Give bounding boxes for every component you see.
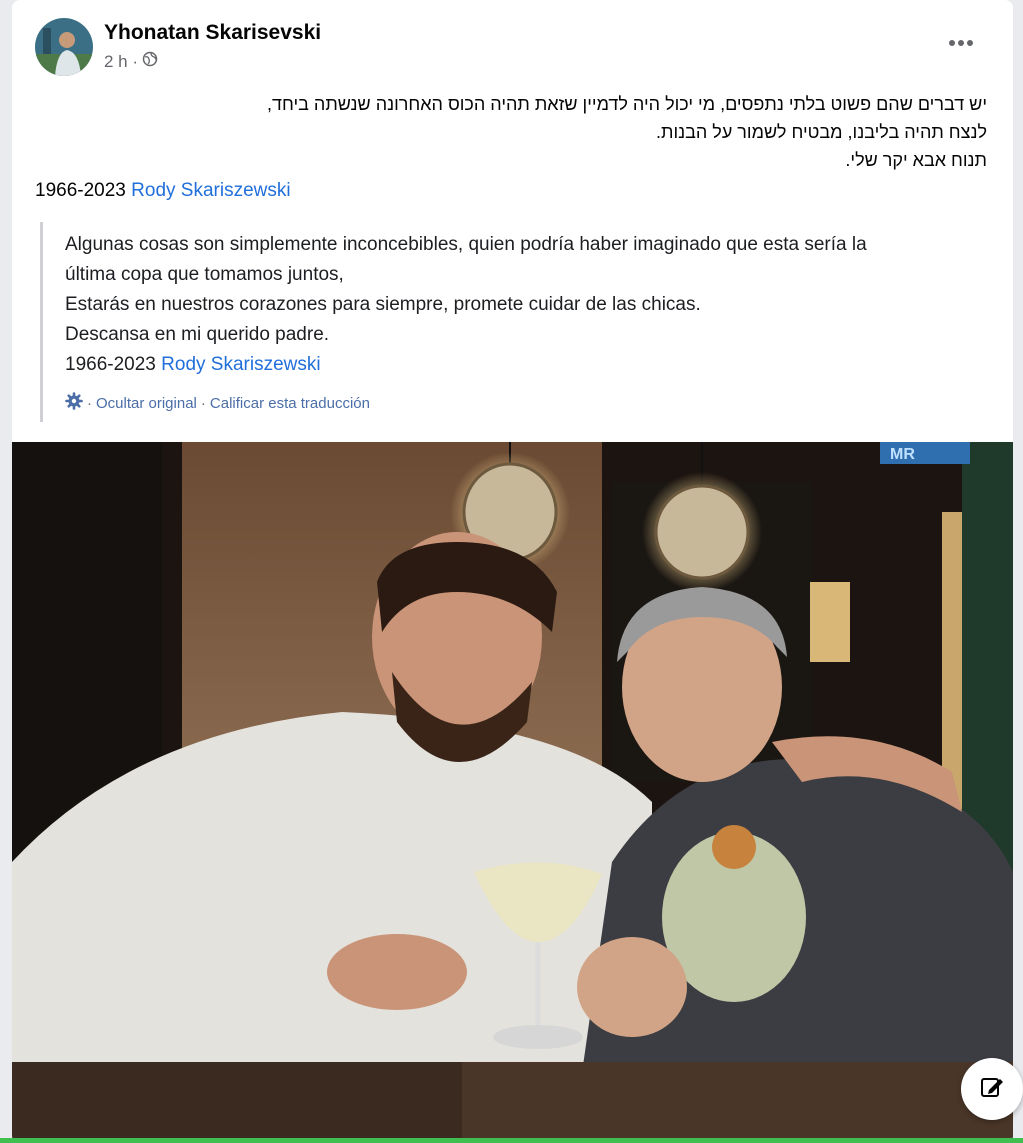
sign-text: MR [890, 446, 915, 463]
translation-years: 1966-2023 [65, 354, 156, 375]
compose-button[interactable] [961, 1058, 1023, 1120]
more-horizontal-icon [948, 34, 974, 52]
translation-line: Estarás en nuestros corazones para siemp… [65, 294, 701, 315]
translation-signature: 1966-2023 Rody Skariszewski [65, 350, 1000, 380]
post-time[interactable]: 2 h · [104, 52, 138, 72]
avatar[interactable] [35, 18, 93, 76]
translation-text: Algunas cosas son simplemente inconcebib… [65, 222, 1000, 380]
translation-actions: · Ocultar original · Calificar esta trad… [65, 392, 1000, 414]
author-name[interactable]: Yhonatan Skarisevski [104, 21, 321, 45]
post-photo[interactable]: MR [12, 442, 1013, 1143]
translation-tagged-link[interactable]: Rody Skariszewski [161, 354, 320, 375]
accent-bar [0, 1138, 1023, 1143]
globe-icon[interactable] [142, 51, 158, 72]
photo-image: MR [12, 442, 1013, 1143]
translation-block: Algunas cosas son simplemente inconcebib… [40, 222, 1000, 422]
separator-dot: · [87, 394, 92, 412]
translation-line: Algunas cosas son simplemente inconcebib… [65, 234, 867, 255]
post-text-line: לנצח תהיה בליבנו, מבטיח לשמור על הבנות. [656, 122, 987, 142]
post-card: Yhonatan Skarisevski 2 h · יש דברים שהם … [12, 0, 1013, 1143]
tagged-person-link[interactable]: Rody Skariszewski [131, 180, 290, 201]
translation-line: última copa que tomamos juntos, [65, 264, 344, 285]
post-text-line: יש דברים שהם פשוט בלתי נתפסים, מי יכול ה… [267, 94, 987, 114]
post-text-hebrew: יש דברים שהם פשוט בלתי נתפסים, מי יכול ה… [107, 90, 987, 174]
post-meta: 2 h · [104, 51, 158, 72]
avatar-image [35, 18, 93, 76]
edit-icon [979, 1074, 1005, 1105]
post-signature: 1966-2023 Rody Skariszewski [35, 180, 291, 202]
hide-original-link[interactable]: Ocultar original [96, 395, 197, 412]
signature-years: 1966-2023 [35, 180, 126, 201]
more-options-button[interactable] [941, 28, 981, 58]
rate-translation-link[interactable]: Calificar esta traducción [210, 395, 370, 412]
post-text-line: תנוח אבא יקר שלי. [845, 150, 987, 170]
gear-icon[interactable] [65, 392, 83, 414]
separator-dot: · [200, 394, 206, 412]
translation-line: Descansa en mi querido padre. [65, 324, 330, 345]
